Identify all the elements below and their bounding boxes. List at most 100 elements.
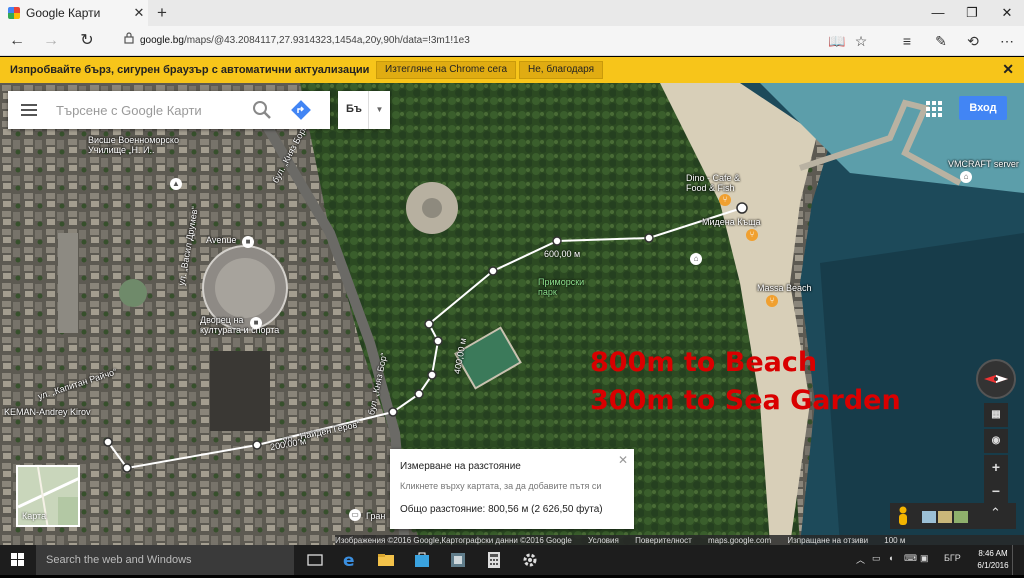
start-button[interactable] bbox=[0, 545, 36, 575]
feedback-link[interactable]: Изпращане на отзиви bbox=[787, 536, 868, 545]
network-icon[interactable]: ⌨ bbox=[904, 553, 917, 564]
back-arrow-icon[interactable]: ← bbox=[6, 30, 28, 52]
maps-search-box bbox=[8, 91, 330, 129]
hub-icon[interactable]: ≡ bbox=[896, 30, 918, 52]
label-naval-school[interactable]: Висше Военноморско Училище „Н. И.. bbox=[88, 135, 179, 155]
taskbar-clock[interactable]: 8:46 AM 6/1/2016 bbox=[968, 548, 1018, 572]
url-field[interactable]: google.bg/maps/@43.2084117,27.9314323,14… bbox=[140, 32, 660, 50]
label-vmcraft[interactable]: VMCRAFT server bbox=[948, 159, 1019, 169]
url-host: google.bg bbox=[140, 35, 184, 46]
address-bar-row: ← → ↻ google.bg/maps/@43.2084117,27.9314… bbox=[0, 26, 1024, 56]
signin-button[interactable]: Вход bbox=[959, 96, 1007, 120]
zoom-out-button[interactable]: − bbox=[984, 479, 1008, 503]
tab-close-icon[interactable]: ✕ bbox=[130, 5, 148, 21]
map-type-switcher[interactable]: Карта bbox=[16, 465, 80, 527]
google-favicon-icon bbox=[8, 7, 20, 19]
refresh-icon[interactable]: ↻ bbox=[76, 30, 98, 52]
label-dino-cafe[interactable]: Dino - Cafe & Food & Fish bbox=[686, 173, 740, 193]
measure-title: Измерване на разстояние bbox=[400, 461, 521, 472]
minimize-button[interactable]: — bbox=[921, 0, 955, 26]
close-window-button[interactable]: ✕ bbox=[990, 0, 1024, 26]
windows-logo-icon bbox=[11, 553, 24, 566]
url-path: /maps/@43.2084117,27.9314323,1454a,20y,9… bbox=[183, 35, 470, 46]
taskbar-search-input[interactable]: Search the web and Windows bbox=[36, 545, 294, 575]
my-location-icon[interactable]: ◉ bbox=[984, 429, 1008, 453]
web-note-icon[interactable]: ✎ bbox=[930, 30, 952, 52]
new-tab-button[interactable]: + bbox=[152, 2, 172, 24]
label-massa-beach[interactable]: Massa Beach bbox=[757, 283, 812, 293]
edge-icon[interactable]: e bbox=[339, 549, 361, 571]
store-icon[interactable] bbox=[411, 549, 433, 571]
zoom-in-button[interactable]: + bbox=[984, 455, 1008, 479]
scale-label[interactable]: 100 м bbox=[884, 536, 905, 545]
forward-arrow-icon[interactable]: → bbox=[40, 30, 62, 52]
label-palace[interactable]: Дворец на културата и спорта bbox=[200, 315, 279, 335]
file-explorer-icon[interactable] bbox=[375, 549, 397, 571]
settings-gear-icon[interactable] bbox=[519, 549, 541, 571]
windows-taskbar: Search the web and Windows e ︿ ▭ ◖ ⌨ ▣ Б… bbox=[0, 545, 1024, 575]
directions-icon[interactable] bbox=[290, 99, 312, 121]
measure-distance-card: Измерване на разстояние Кликнете върху к… bbox=[390, 449, 634, 529]
avenue-poi-icon[interactable]: ■ bbox=[242, 236, 254, 248]
palace-poi-icon[interactable]: ■ bbox=[250, 317, 262, 329]
label-gran: Гран bbox=[366, 511, 386, 521]
volume-icon[interactable]: ◖ bbox=[888, 553, 893, 563]
label-keman[interactable]: KEMAN-Andrey Kirov bbox=[4, 407, 91, 417]
compass-icon[interactable] bbox=[976, 359, 1016, 399]
privacy-link[interactable]: Поверителност bbox=[635, 536, 692, 545]
close-promo-icon[interactable]: ✕ bbox=[1002, 61, 1014, 78]
decline-button[interactable]: Не, благодаря bbox=[519, 61, 604, 79]
label-seaside-park: Приморски парк bbox=[538, 277, 585, 297]
attribution-imagery: Изображения ©2016 Google,Картографски да… bbox=[335, 536, 572, 545]
search-icon[interactable] bbox=[252, 100, 272, 120]
clock-time: 8:46 AM bbox=[978, 549, 1008, 558]
battery-icon[interactable]: ▭ bbox=[872, 553, 881, 564]
reading-view-icon[interactable]: 📖 bbox=[826, 30, 848, 52]
favorite-star-icon[interactable]: ☆ bbox=[850, 30, 872, 52]
maps-search-input[interactable] bbox=[56, 100, 246, 120]
tray-chevron-up-icon[interactable]: ︿ bbox=[856, 553, 865, 566]
school-poi-icon[interactable]: ▲ bbox=[170, 178, 182, 190]
server-poi-icon[interactable]: ⌂ bbox=[960, 171, 972, 183]
close-icon[interactable]: ✕ bbox=[618, 453, 628, 467]
map-type-label: Карта bbox=[22, 511, 47, 521]
tab-title: Google Карти bbox=[26, 6, 101, 20]
restaurant-poi-icon[interactable]: ⑂ bbox=[766, 295, 778, 307]
chevron-down-icon[interactable]: ▼ bbox=[368, 91, 390, 129]
menu-icon[interactable] bbox=[20, 101, 38, 119]
tab-google-maps[interactable]: Google Карти ✕ bbox=[0, 0, 148, 26]
annotation-beach: 800m to Beach bbox=[590, 347, 818, 378]
measure-hint: Кликнете върху картата, за да добавите п… bbox=[400, 481, 602, 491]
hotel-poi-icon[interactable]: ▭ bbox=[349, 509, 361, 521]
calculator-icon[interactable] bbox=[483, 549, 505, 571]
input-language[interactable]: БГР bbox=[944, 553, 961, 563]
chrome-promo-bar: Изпробвайте бърз, сигурен браузър с авто… bbox=[0, 57, 1024, 83]
map-canvas[interactable]: Висше Военноморско Училище „Н. И.. Avenue… bbox=[0, 83, 1024, 545]
task-view-icon[interactable] bbox=[304, 549, 326, 571]
label-avenue[interactable]: Avenue bbox=[206, 235, 236, 245]
apps-grid-icon[interactable] bbox=[926, 101, 942, 117]
restaurant-poi-icon[interactable]: ⑂ bbox=[746, 229, 758, 241]
terms-link[interactable]: Условия bbox=[588, 536, 619, 545]
chevron-up-icon[interactable]: ⌃ bbox=[990, 505, 1001, 521]
restaurant-poi-icon[interactable]: ⑂ bbox=[719, 194, 731, 206]
site-link[interactable]: maps.google.com bbox=[708, 536, 771, 545]
language-selector[interactable]: Бъ ▼ bbox=[338, 91, 390, 129]
imagery-thumbnails[interactable] bbox=[922, 511, 968, 523]
street-view-bar: ⌃ bbox=[890, 503, 1016, 529]
museum-poi-icon[interactable]: ⌂ bbox=[690, 253, 702, 265]
title-bar: Google Карти ✕ + — ❐ ✕ bbox=[0, 0, 1024, 26]
share-icon[interactable]: ⟲ bbox=[962, 30, 984, 52]
ime-icon[interactable]: ▣ bbox=[920, 553, 929, 564]
restore-button[interactable]: ❐ bbox=[955, 0, 989, 26]
label-midena[interactable]: Мидена Къща bbox=[702, 217, 761, 227]
show-desktop-button[interactable] bbox=[1012, 545, 1018, 575]
more-icon[interactable]: ⋯ bbox=[996, 30, 1018, 52]
annotation-sea-garden: 300m to Sea Garden bbox=[590, 385, 901, 416]
download-chrome-button[interactable]: Изтегляне на Chrome сега bbox=[376, 61, 517, 79]
tilt-grid-icon[interactable]: ▦ bbox=[984, 403, 1008, 427]
app-icon[interactable] bbox=[447, 549, 469, 571]
pegman-icon[interactable] bbox=[896, 506, 910, 526]
clock-date: 6/1/2016 bbox=[977, 561, 1009, 570]
distance-label-600: 600,00 м bbox=[544, 249, 581, 259]
